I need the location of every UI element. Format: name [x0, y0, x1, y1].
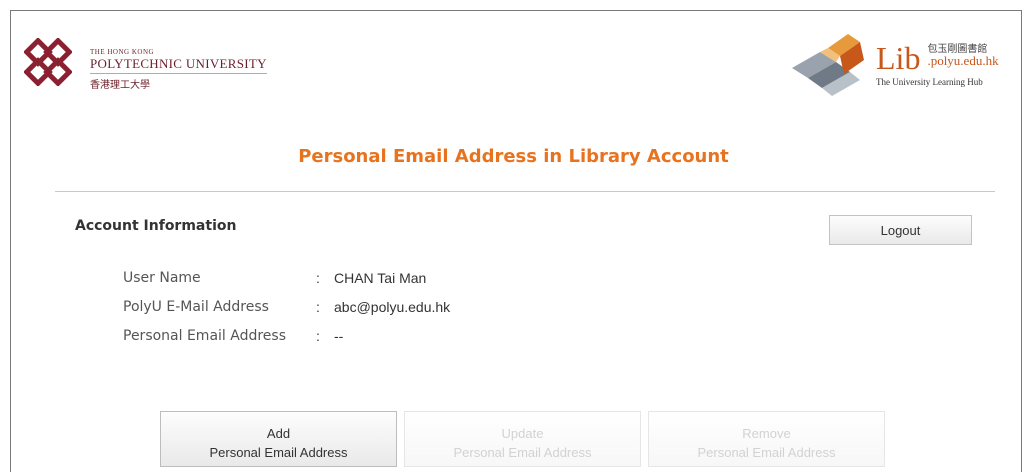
polyu-name-main: POLYTECHNIC UNIVERSITY	[90, 56, 267, 74]
update-email-button[interactable]: Update Personal Email Address	[404, 411, 641, 467]
library-logo-text: Lib 包玉剛圖書館 .polyu.edu.hk	[876, 42, 999, 74]
page-title: Personal Email Address in Library Accoun…	[298, 146, 729, 167]
info-value: CHAN Tai Man	[334, 270, 427, 286]
info-value: --	[334, 328, 344, 344]
polyu-name: THE HONG KONG POLYTECHNIC UNIVERSITY 香港理…	[90, 48, 267, 91]
add-email-button-line2: Personal Email Address	[209, 444, 348, 460]
library-logo-icon	[792, 34, 864, 96]
polyu-logo-icon	[24, 38, 72, 86]
add-email-button[interactable]: Add Personal Email Address	[160, 411, 397, 467]
library-logo-subtitle: The University Learning Hub	[876, 77, 983, 87]
remove-email-button[interactable]: Remove Personal Email Address	[648, 411, 885, 467]
info-label: PolyU E-Mail Address	[123, 299, 269, 315]
title-divider	[55, 191, 995, 192]
logout-button[interactable]: Logout	[829, 215, 972, 245]
polyu-name-small: THE HONG KONG	[90, 48, 155, 56]
library-logo-url: .polyu.edu.hk	[927, 53, 999, 68]
update-email-button-line1: Update	[501, 425, 544, 441]
polyu-name-chinese: 香港理工大學	[90, 80, 150, 91]
info-value: abc@polyu.edu.hk	[334, 299, 451, 315]
remove-email-button-line2: Personal Email Address	[697, 444, 836, 460]
info-label: Personal Email Address	[123, 328, 287, 344]
remove-email-button-line1: Remove	[742, 425, 791, 441]
update-email-button-line2: Personal Email Address	[453, 444, 592, 460]
info-separator: :	[316, 328, 320, 344]
info-separator: :	[316, 299, 320, 315]
section-heading: Account Information	[75, 218, 237, 234]
library-logo-lib: Lib	[876, 40, 921, 76]
add-email-button-line1: Add	[266, 425, 291, 441]
info-separator: :	[316, 270, 320, 286]
info-label: User Name	[123, 270, 201, 286]
